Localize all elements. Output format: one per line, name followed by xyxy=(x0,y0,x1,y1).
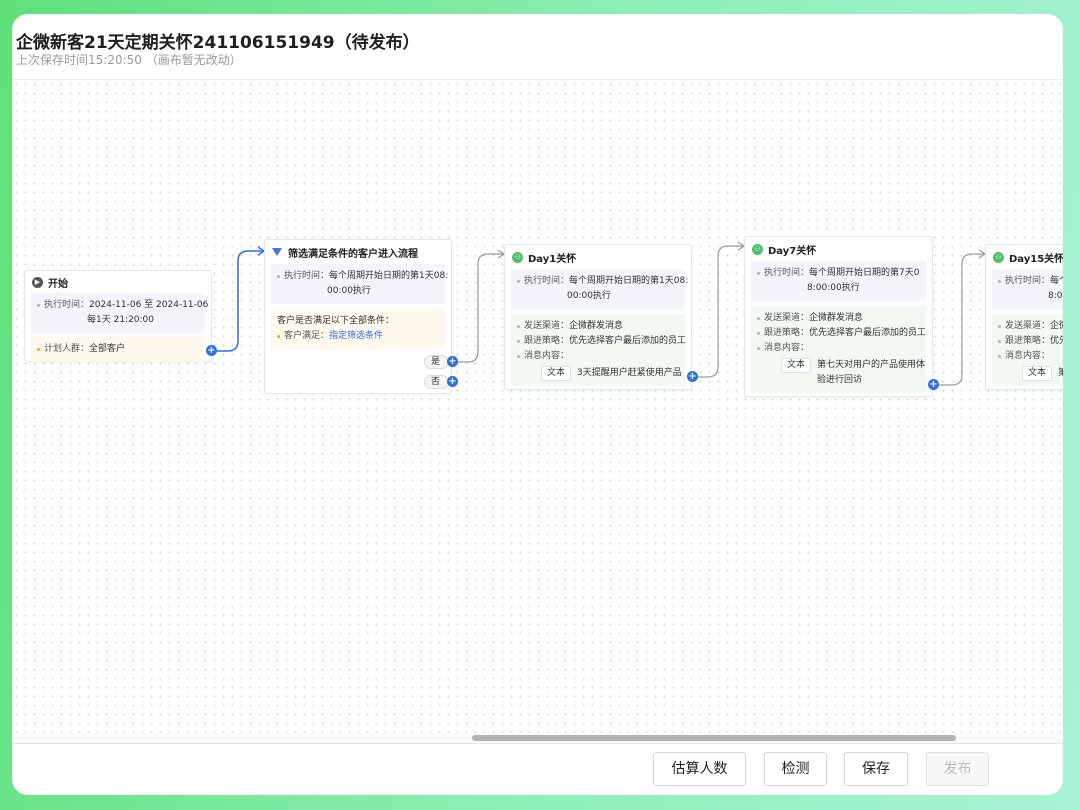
message-box: 发送渠道： 企微群发消息 跟进策略： 优先选择客户最后添加的员工 消息内容： 文本第… xyxy=(751,306,926,393)
exec-label: 执行时间： xyxy=(764,268,810,278)
message-content: 3天提醒用户赶紧使用产品 xyxy=(577,368,682,378)
exec-value: 8:00:00执行 xyxy=(807,283,860,293)
estimate-count-button[interactable]: 估算人数 xyxy=(653,752,746,786)
strategy-label: 跟进策略： xyxy=(764,328,810,338)
add-node-button[interactable]: + xyxy=(447,356,458,367)
branch-yes-label: 是 xyxy=(431,357,441,367)
message-type-tag: 文本 xyxy=(781,358,812,373)
exec-time-box: 执行时间：每个 8:00 xyxy=(992,269,1063,309)
scrollbar-thumb[interactable] xyxy=(472,735,956,741)
check-button[interactable]: 检测 xyxy=(764,752,827,786)
condition-heading: 客户是否满足以下全部条件： xyxy=(277,316,395,326)
flow-canvas[interactable]: ▶ 开始 执行时间： 2024-11-06 至 2024-11-06 每1天 21… xyxy=(12,80,1063,740)
group-icon: ⚇ xyxy=(752,243,763,255)
channel-value: 企微 xyxy=(1050,321,1063,331)
add-node-button[interactable]: + xyxy=(687,371,698,382)
strategy-value: 优先 xyxy=(1050,336,1063,346)
play-icon: ▶ xyxy=(32,276,43,288)
branch-no[interactable]: 否 xyxy=(424,375,450,389)
exec-value: 每个 xyxy=(1050,276,1063,286)
page-header: 企微新客21天定期关怀241106151949（待发布） 上次保存时间15:20… xyxy=(12,14,1063,80)
message-type-tag: 文本 xyxy=(1022,366,1053,381)
exec-value: 每1天 21:20:00 xyxy=(87,315,155,325)
channel-label: 发送渠道： xyxy=(1005,321,1051,331)
strategy-label: 跟进策略： xyxy=(524,336,570,346)
add-node-button[interactable]: + xyxy=(447,376,458,387)
node-day1[interactable]: ⚇ Day1关怀 执行时间： 每个周期开始日期的第1天08: 00:00执行 发送… xyxy=(504,244,692,390)
node-title: Day1关怀 xyxy=(528,253,577,265)
edge-day7-day15 xyxy=(937,253,985,386)
save-status: 上次保存时间15:20:50 （画布暂无改动） xyxy=(16,53,242,67)
group-icon: ⚇ xyxy=(512,251,523,263)
channel-label: 发送渠道： xyxy=(524,321,570,331)
save-button[interactable]: 保存 xyxy=(844,752,908,786)
edge-yes-day1 xyxy=(456,253,504,363)
exec-time-box: 执行时间： 每个周期开始日期的第1天08: 00:00执行 xyxy=(511,269,689,309)
message-content: 验进行回访 xyxy=(817,375,863,385)
exec-value: 每个周期开始日期的第7天0 xyxy=(809,268,920,278)
group-icon: ⚇ xyxy=(993,251,1004,263)
message-content: 第七天对用户的产品使用体 xyxy=(817,360,926,370)
exec-label: 执行时间： xyxy=(1005,276,1051,286)
node-filter[interactable]: 筛选满足条件的客户进入流程 执行时间： 每个周期开始日期的第1天08: 00:00… xyxy=(264,239,452,394)
crowd-label: 计划人群： xyxy=(44,344,90,354)
message-box: 发送渠道：企微 跟进策略：优先 消息内容： 文本第1 xyxy=(992,314,1063,386)
filter-icon xyxy=(272,248,282,256)
node-title: Day15关怀 xyxy=(1009,253,1063,265)
node-day7[interactable]: ⚇ Day7关怀 执行时间： 每个周期开始日期的第7天0 8:00:00执行 发送… xyxy=(744,236,933,397)
strategy-value: 优先选择客户最后添加的员工 xyxy=(569,336,687,346)
page-title: 企微新客21天定期关怀241106151949（待发布） xyxy=(16,33,420,53)
exec-label: 执行时间： xyxy=(44,300,90,310)
exec-value: 每个周期开始日期的第1天08: xyxy=(329,271,449,281)
condition-label: 客户满足： xyxy=(284,331,330,341)
exec-time-box: 执行时间： 每个周期开始日期的第7天0 8:00:00执行 xyxy=(751,261,926,301)
strategy-value: 优先选择客户最后添加的员工 xyxy=(809,328,927,338)
crowd-value: 全部客户 xyxy=(89,344,126,354)
app-window: 企微新客21天定期关怀241106151949（待发布） 上次保存时间15:20… xyxy=(12,14,1063,795)
message-label: 消息内容： xyxy=(524,351,570,361)
exec-value: 8:00 xyxy=(1048,291,1063,301)
channel-value: 企微群发消息 xyxy=(809,313,864,323)
node-start[interactable]: ▶ 开始 执行时间： 2024-11-06 至 2024-11-06 每1天 21… xyxy=(24,270,212,362)
filter-condition-link[interactable]: 指定筛选条件 xyxy=(329,329,383,344)
exec-time-box: 执行时间： 每个周期开始日期的第1天08: 00:00执行 xyxy=(271,264,449,304)
node-title: 筛选满足条件的客户进入流程 xyxy=(288,248,418,260)
strategy-label: 跟进策略： xyxy=(1005,336,1051,346)
add-node-button[interactable]: + xyxy=(928,379,939,390)
exec-value: 00:00执行 xyxy=(327,286,371,296)
node-title: 开始 xyxy=(48,278,68,290)
exec-label: 执行时间： xyxy=(524,276,570,286)
publish-button[interactable]: 发布 xyxy=(926,752,989,786)
branch-yes[interactable]: 是 xyxy=(424,355,450,369)
exec-value: 2024-11-06 至 2024-11-06 xyxy=(89,300,209,310)
message-box: 发送渠道： 企微群发消息 跟进策略： 优先选择客户最后添加的员工 消息内容： 文本 3… xyxy=(511,314,687,386)
exec-value: 每个周期开始日期的第1天08: xyxy=(569,276,689,286)
crowd-box: 计划人群： 全部客户 xyxy=(31,337,205,362)
edge-start-filter xyxy=(216,250,264,352)
message-label: 消息内容： xyxy=(1005,351,1051,361)
channel-value: 企微群发消息 xyxy=(569,321,624,331)
exec-value: 00:00执行 xyxy=(567,291,611,301)
flow-edges xyxy=(216,241,987,386)
add-node-button[interactable]: + xyxy=(206,345,217,356)
message-label: 消息内容： xyxy=(764,343,810,353)
message-type-tag: 文本 xyxy=(541,366,572,381)
exec-label: 执行时间： xyxy=(284,271,330,281)
channel-label: 发送渠道： xyxy=(764,313,810,323)
edge-day1-day7 xyxy=(696,245,744,378)
node-day15[interactable]: ⚇ Day15关怀 执行时间：每个 8:00 发送渠道：企微 跟进策略：优先 消… xyxy=(985,244,1063,390)
condition-box: 客户是否满足以下全部条件： 客户满足： 指定筛选条件 xyxy=(271,309,445,349)
message-content: 第1 xyxy=(1058,368,1063,378)
node-title: Day7关怀 xyxy=(768,245,817,257)
branch-no-label: 否 xyxy=(431,377,441,387)
exec-time-box: 执行时间： 2024-11-06 至 2024-11-06 每1天 21:20:0… xyxy=(31,293,209,333)
